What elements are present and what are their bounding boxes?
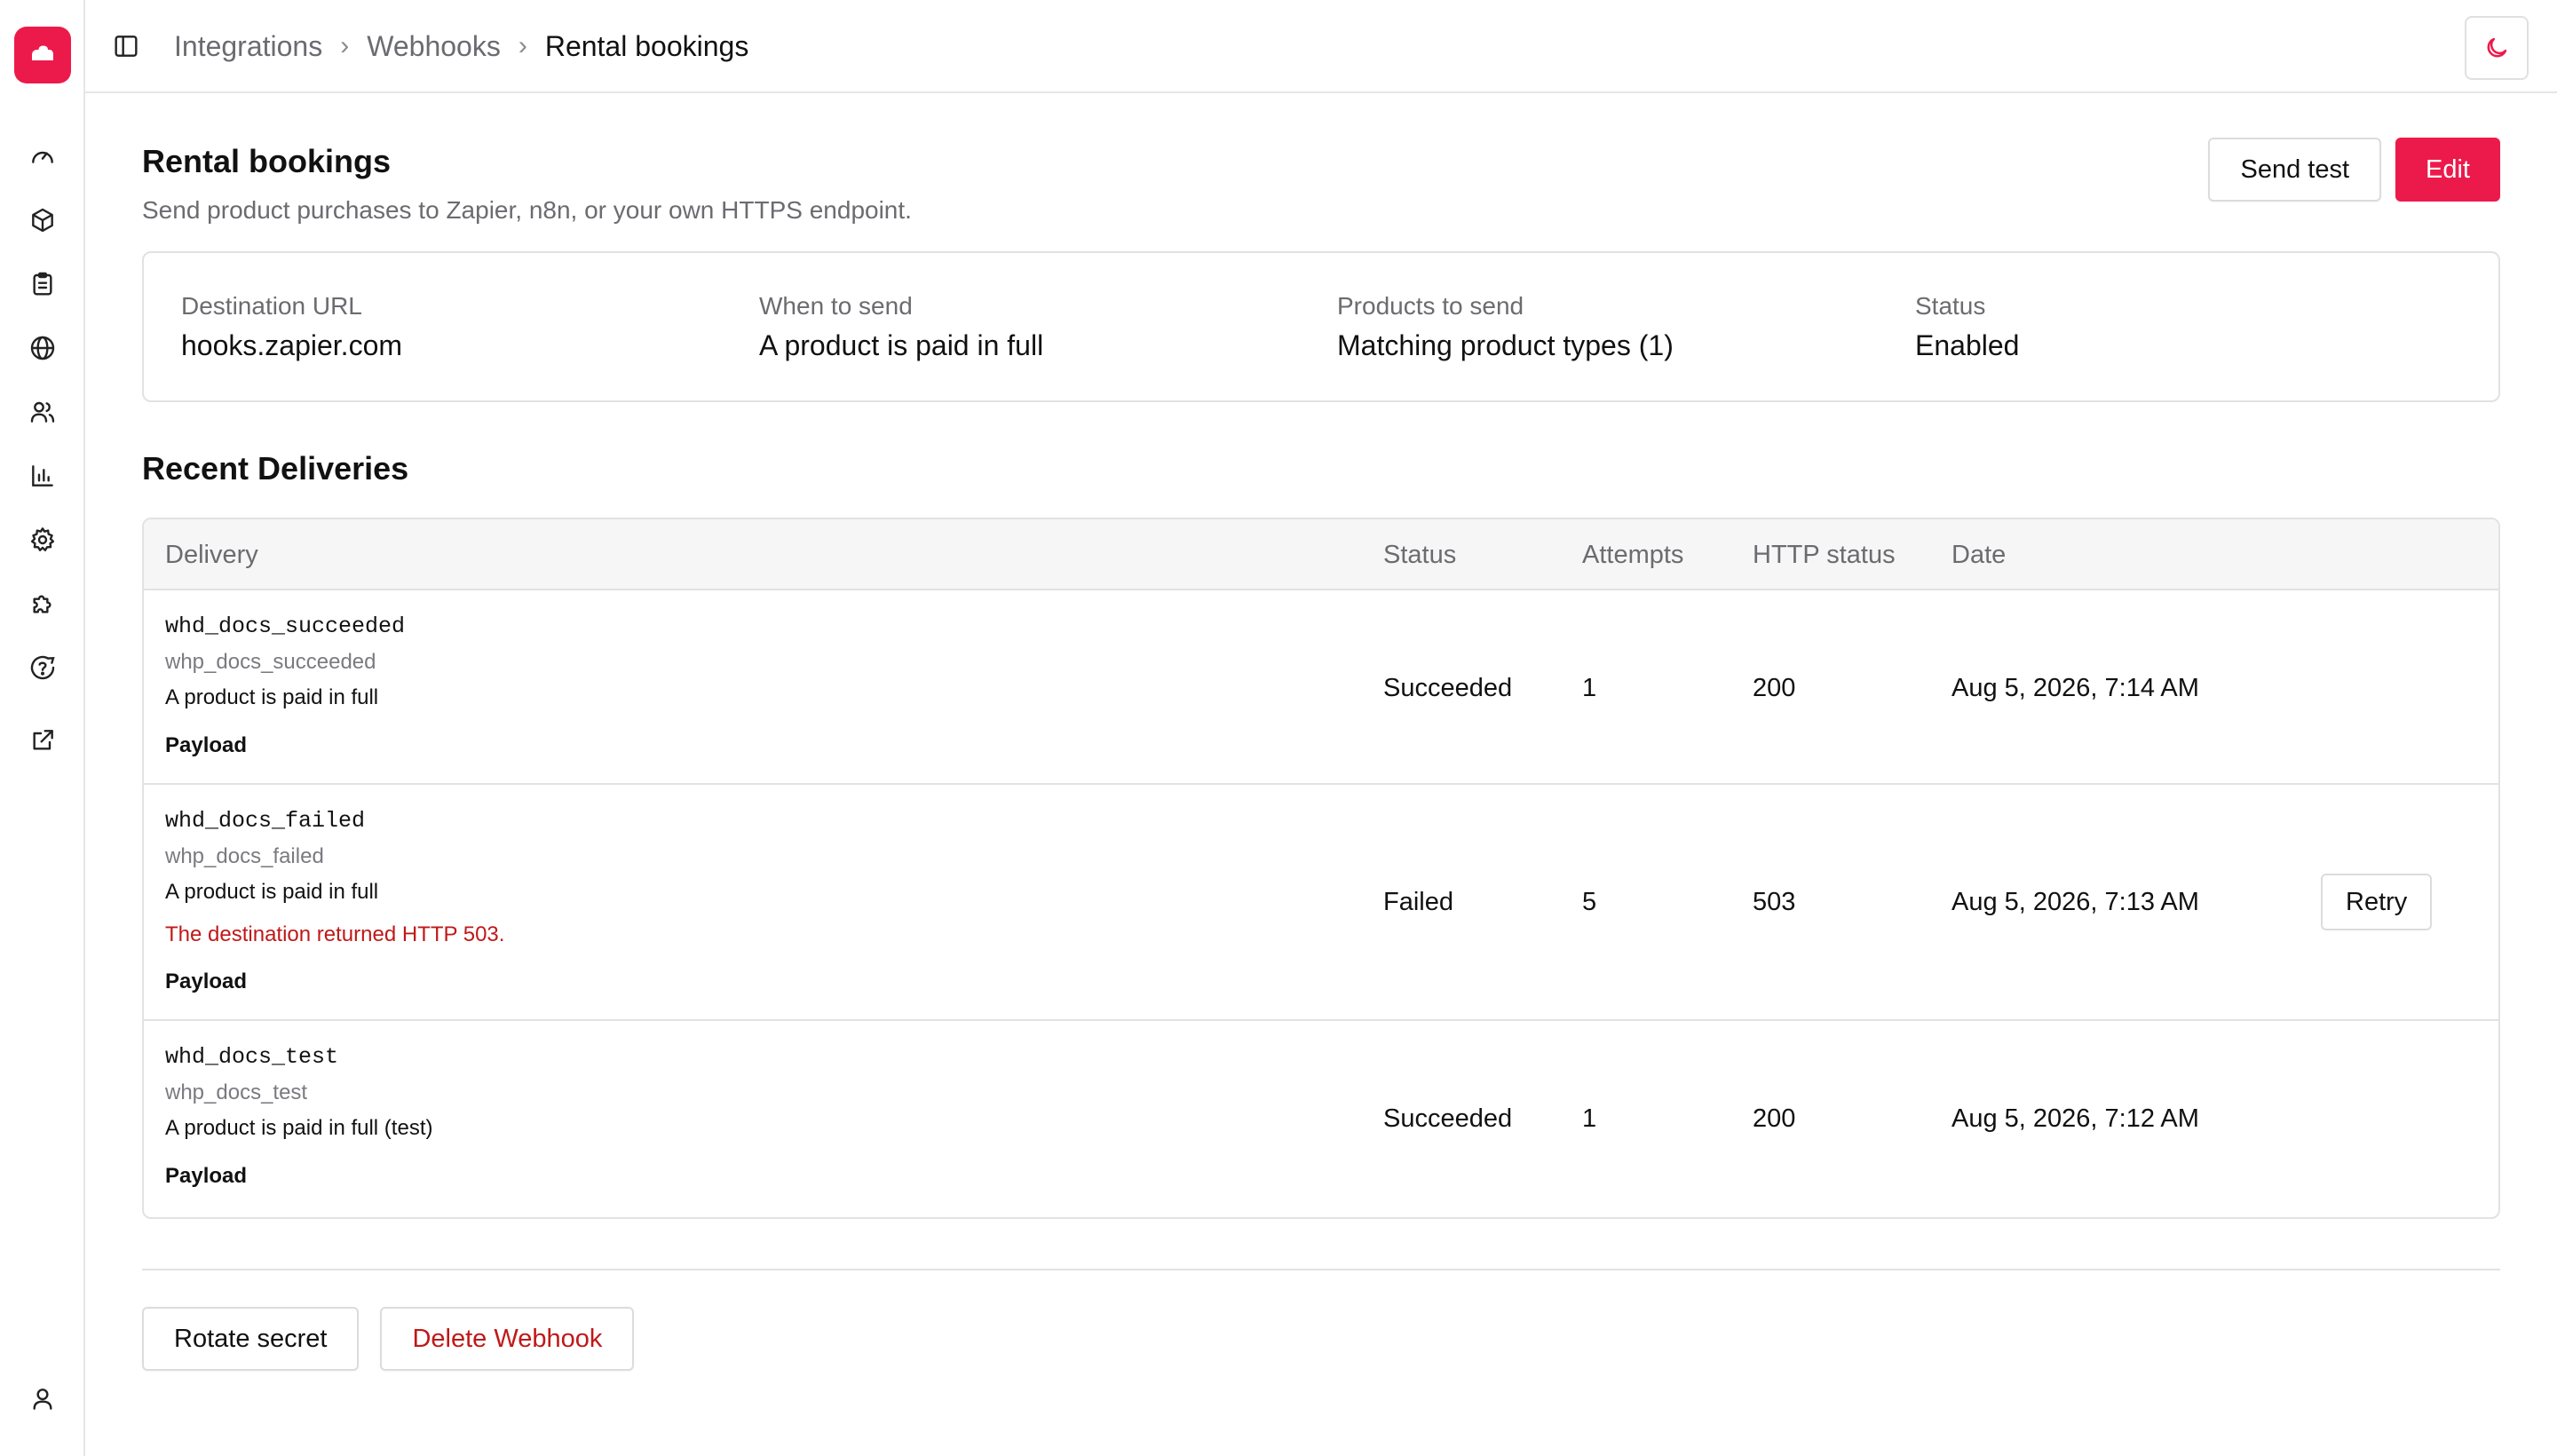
table-row: whd_docs_test whp_docs_test A product is… [144,1021,2498,1215]
products-to-send-field: Products to send Matching product types … [1337,292,1674,362]
moon-icon [2487,37,2507,58]
bar-chart-icon[interactable] [27,460,59,492]
delivery-date: Aug 5, 2026, 7:13 AM [1951,888,2199,916]
send-test-button[interactable]: Send test [2208,138,2382,202]
products-to-send-label: Products to send [1337,292,1524,320]
delivery-http-status: 200 [1753,1104,1796,1133]
when-to-send-value: A product is paid in full [759,329,1044,361]
table-row: whd_docs_succeeded whp_docs_succeeded A … [144,590,2498,785]
delivery-attempts: 5 [1582,888,1597,916]
puzzle-icon[interactable] [27,588,59,620]
breadcrumb-current: Rental bookings [544,29,749,62]
delivery-status: Succeeded [1383,674,1513,702]
webhook-id: whp_docs_test [165,1080,308,1104]
delivery-status: Failed [1383,888,1453,916]
user-icon[interactable] [27,1383,59,1415]
webhook-details-card: Destination URL hooks.zapier.com When to… [142,251,2500,402]
payload-link[interactable]: Payload [165,969,247,994]
external-link-icon[interactable] [27,724,59,756]
breadcrumb-separator: › [340,31,350,60]
breadcrumb-separator: › [518,31,527,60]
delivery-id: whd_docs_succeeded [165,613,406,639]
delivery-id: whd_docs_failed [165,808,366,834]
column-delivery: Delivery [165,541,258,569]
breadcrumb-integrations[interactable]: Integrations [174,30,322,63]
recent-deliveries-title: Recent Deliveries [142,450,409,487]
globe-icon[interactable] [27,332,59,364]
column-attempts: Attempts [1582,541,1684,569]
header-actions: Send test Edit [2208,138,2500,202]
status-field: Status Enabled [1915,292,2019,362]
payload-link[interactable]: Payload [165,733,247,758]
destination-url-label: Destination URL [181,292,362,320]
footer-actions: Rotate secret Delete Webhook [142,1307,635,1371]
sidebar-toggle-icon[interactable] [110,30,142,62]
delivery-attempts: 1 [1582,1104,1597,1133]
webhook-id: whp_docs_succeeded [165,650,376,674]
app-logo[interactable] [14,27,71,83]
delivery-error: The destination returned HTTP 503. [165,922,505,946]
delete-webhook-button[interactable]: Delete Webhook [380,1307,635,1371]
delivery-attempts: 1 [1582,674,1597,702]
section-divider [142,1269,2500,1270]
delivery-status: Succeeded [1383,1104,1513,1133]
column-date: Date [1951,541,2007,569]
sidebar [0,0,85,1456]
logo-icon [32,45,53,60]
destination-url-value: hooks.zapier.com [181,329,403,361]
delivery-date: Aug 5, 2026, 7:12 AM [1951,1104,2199,1133]
package-icon[interactable] [27,204,59,236]
table-row: whd_docs_failed whp_docs_failed A produc… [144,785,2498,1021]
delivery-date: Aug 5, 2026, 7:14 AM [1951,674,2199,702]
breadcrumb-webhooks[interactable]: Webhooks [367,30,501,63]
delivery-id: whd_docs_test [165,1044,339,1070]
when-to-send-label: When to send [759,292,913,320]
breadcrumb: Integrations › Webhooks › Rental booking… [174,0,748,92]
when-to-send-field: When to send A product is paid in full [759,292,1043,362]
delivery-event: A product is paid in full [165,880,379,904]
edit-button[interactable]: Edit [2395,138,2500,202]
settings-gear-icon[interactable] [27,524,59,556]
products-to-send-value: Matching product types (1) [1337,329,1674,361]
users-icon[interactable] [27,396,59,428]
deliveries-table: Delivery Status Attempts HTTP status Dat… [142,518,2500,1219]
column-status: Status [1383,541,1457,569]
table-header: Delivery Status Attempts HTTP status Dat… [144,519,2498,590]
dashboard-gauge-icon[interactable] [27,140,59,172]
help-circle-icon[interactable] [27,652,59,684]
page-title: Rental bookings [142,143,392,179]
status-value: Enabled [1915,329,2020,361]
clipboard-list-icon[interactable] [27,268,59,300]
top-bar: Integrations › Webhooks › Rental booking… [85,0,2557,93]
theme-toggle-button[interactable] [2465,16,2529,80]
rotate-secret-button[interactable]: Rotate secret [142,1307,360,1371]
delivery-event: A product is paid in full [165,685,379,709]
page-subtitle: Send product purchases to Zapier, n8n, o… [142,196,912,224]
payload-link[interactable]: Payload [165,1164,247,1189]
column-http-status: HTTP status [1753,541,1896,569]
delivery-http-status: 503 [1753,888,1796,916]
delivery-http-status: 200 [1753,674,1796,702]
retry-button[interactable]: Retry [2321,874,2433,930]
status-label: Status [1915,292,1986,320]
destination-url-field: Destination URL hooks.zapier.com [181,292,402,362]
webhook-id: whp_docs_failed [165,844,324,868]
delivery-event: A product is paid in full (test) [165,1116,433,1140]
